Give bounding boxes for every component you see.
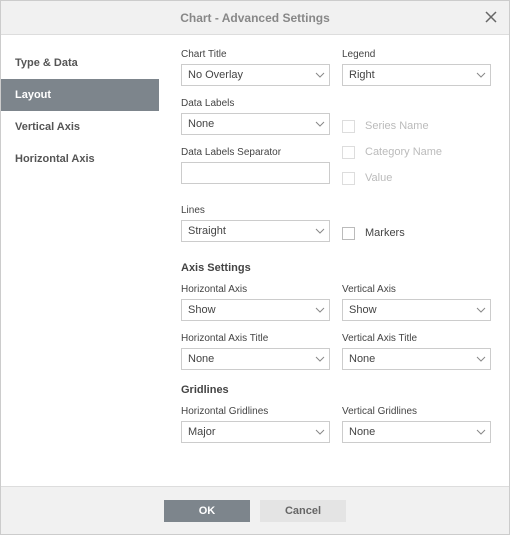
h-axis-value: Show xyxy=(188,304,216,316)
h-axis-title-label: Horizontal Axis Title xyxy=(181,333,330,344)
titlebar: Chart - Advanced Settings xyxy=(1,1,509,35)
footer: OK Cancel xyxy=(1,486,509,534)
sidebar-item-layout[interactable]: Layout xyxy=(1,79,159,111)
v-grid-label: Vertical Gridlines xyxy=(342,406,491,417)
sidebar-item-label: Vertical Axis xyxy=(15,121,80,133)
legend-label: Legend xyxy=(342,49,491,60)
chart-title-label: Chart Title xyxy=(181,49,330,60)
value-checkbox xyxy=(342,172,355,185)
h-grid-select[interactable]: Major xyxy=(181,421,330,443)
sidebar-item-label: Layout xyxy=(15,89,51,101)
chevron-down-icon xyxy=(315,305,325,315)
legend-select[interactable]: Right xyxy=(342,64,491,86)
h-axis-title-select[interactable]: None xyxy=(181,348,330,370)
chevron-down-icon xyxy=(476,70,486,80)
content-panel: Chart Title No Overlay Legend Right xyxy=(159,35,509,486)
sidebar-item-vertical-axis[interactable]: Vertical Axis xyxy=(1,111,159,143)
sidebar-item-horizontal-axis[interactable]: Horizontal Axis xyxy=(1,143,159,175)
cancel-button[interactable]: Cancel xyxy=(260,500,346,522)
dialog: Chart - Advanced Settings Type & Data La… xyxy=(0,0,510,535)
series-name-checkbox-row: Series Name xyxy=(342,115,491,137)
series-name-label: Series Name xyxy=(365,120,429,132)
sidebar: Type & Data Layout Vertical Axis Horizon… xyxy=(1,35,159,486)
separator-input[interactable] xyxy=(181,162,330,184)
chevron-down-icon xyxy=(476,427,486,437)
v-grid-value: None xyxy=(349,426,375,438)
v-axis-select[interactable]: Show xyxy=(342,299,491,321)
h-axis-title-value: None xyxy=(188,353,214,365)
close-icon[interactable] xyxy=(483,9,499,25)
gridlines-heading: Gridlines xyxy=(181,384,491,396)
v-grid-select[interactable]: None xyxy=(342,421,491,443)
category-name-checkbox xyxy=(342,146,355,159)
v-axis-title-label: Vertical Axis Title xyxy=(342,333,491,344)
chevron-down-icon xyxy=(315,354,325,364)
v-axis-title-select[interactable]: None xyxy=(342,348,491,370)
cancel-button-label: Cancel xyxy=(285,505,321,517)
ok-button[interactable]: OK xyxy=(164,500,250,522)
value-checkbox-row: Value xyxy=(342,167,491,189)
chart-title-select[interactable]: No Overlay xyxy=(181,64,330,86)
h-axis-select[interactable]: Show xyxy=(181,299,330,321)
lines-select[interactable]: Straight xyxy=(181,220,330,242)
value-label: Value xyxy=(365,172,392,184)
axis-settings-heading: Axis Settings xyxy=(181,262,491,274)
chevron-down-icon xyxy=(315,427,325,437)
category-name-checkbox-row: Category Name xyxy=(342,141,491,163)
sidebar-item-label: Type & Data xyxy=(15,57,78,69)
chevron-down-icon xyxy=(476,305,486,315)
chevron-down-icon xyxy=(315,119,325,129)
v-axis-label: Vertical Axis xyxy=(342,284,491,295)
lines-label: Lines xyxy=(181,205,330,216)
h-grid-value: Major xyxy=(188,426,216,438)
data-labels-value: None xyxy=(188,118,214,130)
sidebar-item-type-data[interactable]: Type & Data xyxy=(1,47,159,79)
separator-label: Data Labels Separator xyxy=(181,147,330,158)
data-labels-select[interactable]: None xyxy=(181,113,330,135)
chevron-down-icon xyxy=(315,226,325,236)
category-name-label: Category Name xyxy=(365,146,442,158)
h-axis-label: Horizontal Axis xyxy=(181,284,330,295)
series-name-checkbox xyxy=(342,120,355,133)
lines-value: Straight xyxy=(188,225,226,237)
dialog-title: Chart - Advanced Settings xyxy=(180,11,330,25)
markers-checkbox[interactable] xyxy=(342,227,355,240)
v-axis-value: Show xyxy=(349,304,377,316)
chevron-down-icon xyxy=(476,354,486,364)
h-grid-label: Horizontal Gridlines xyxy=(181,406,330,417)
markers-checkbox-row[interactable]: Markers xyxy=(342,222,491,244)
ok-button-label: OK xyxy=(199,505,216,517)
v-axis-title-value: None xyxy=(349,353,375,365)
markers-label: Markers xyxy=(365,227,405,239)
dialog-body: Type & Data Layout Vertical Axis Horizon… xyxy=(1,35,509,486)
data-labels-label: Data Labels xyxy=(181,98,330,109)
legend-value: Right xyxy=(349,69,375,81)
sidebar-item-label: Horizontal Axis xyxy=(15,153,95,165)
chart-title-value: No Overlay xyxy=(188,69,243,81)
chevron-down-icon xyxy=(315,70,325,80)
